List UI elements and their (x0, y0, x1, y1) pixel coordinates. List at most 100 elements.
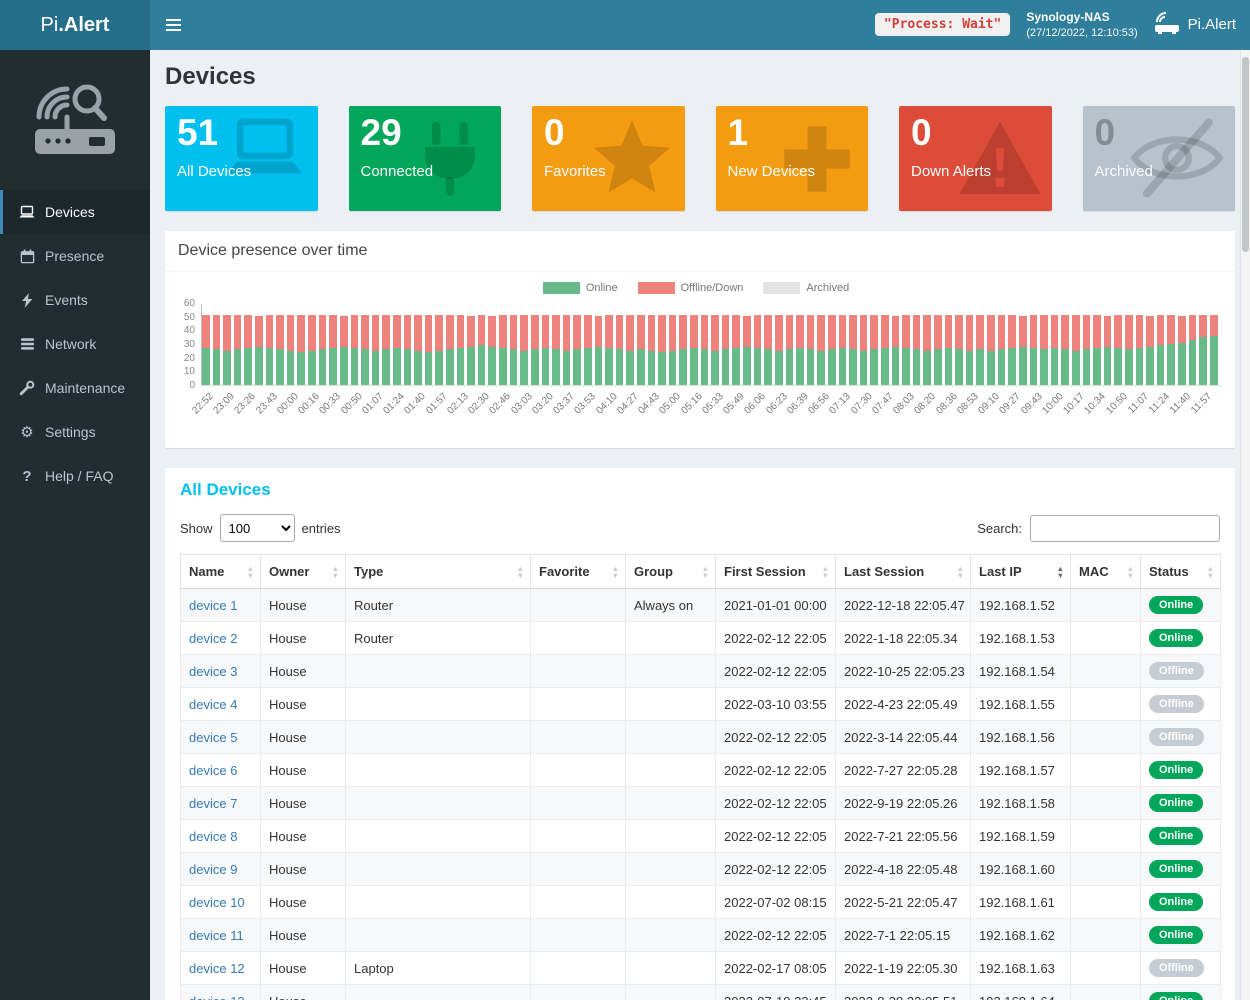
device-link[interactable]: device 5 (189, 730, 237, 745)
bar-offline-segment (1008, 315, 1016, 348)
chart-bar (945, 315, 953, 385)
info-box-connected[interactable]: 29 Connected (349, 106, 502, 211)
column-header-group[interactable]: Group▲▼ (626, 555, 716, 589)
table-cell-favorite (531, 820, 626, 853)
chart-bar (1114, 315, 1122, 385)
bar-online-segment (552, 349, 560, 385)
column-header-favorite[interactable]: Favorite▲▼ (531, 555, 626, 589)
bar-online-segment (807, 349, 815, 385)
device-link[interactable]: device 11 (189, 928, 244, 943)
scrollbar-thumb[interactable] (1242, 57, 1249, 252)
column-header-mac[interactable]: MAC▲▼ (1071, 555, 1141, 589)
info-box-all-devices[interactable]: 51 All Devices (165, 106, 318, 211)
table-cell-first-session: 2022-02-12 22:05 (716, 622, 836, 655)
chart-bar (435, 315, 443, 385)
table-cell-status: Online (1141, 622, 1221, 655)
sidebar-item-settings[interactable]: ⚙ Settings (0, 410, 150, 454)
bar-offline-segment (499, 315, 507, 348)
info-box-archived[interactable]: 0 Archived (1083, 106, 1236, 211)
bar-offline-segment (934, 315, 942, 349)
bar-offline-segment (923, 315, 931, 351)
device-link[interactable]: device 2 (189, 631, 237, 646)
bar-online-segment (860, 351, 868, 385)
device-link[interactable]: device 4 (189, 697, 237, 712)
status-badge: Online (1149, 860, 1203, 878)
legend-label: Offline/Down (681, 282, 744, 294)
device-link[interactable]: device 1 (189, 598, 237, 613)
device-link[interactable]: device 9 (189, 862, 237, 877)
bar-offline-segment (1136, 315, 1144, 348)
table-cell-mac (1071, 886, 1141, 919)
column-header-last-ip[interactable]: Last IP▲▼ (971, 555, 1071, 589)
scrollbar[interactable] (1240, 50, 1250, 1000)
legend-item[interactable]: Offline/Down (638, 282, 744, 294)
column-header-label: Group (634, 564, 673, 579)
sidebar-item-help[interactable]: ? Help / FAQ (0, 454, 150, 498)
chart-bar (860, 315, 868, 385)
chart-bar (786, 315, 794, 385)
bar-offline-segment (998, 315, 1006, 349)
chart-bar (573, 315, 581, 385)
table-cell-name: device 2 (181, 622, 261, 655)
sidebar-item-network[interactable]: Network (0, 322, 150, 366)
sort-icon: ▲▼ (1207, 564, 1214, 578)
table-cell-name: device 12 (181, 952, 261, 985)
table-cell-first-session: 2022-02-17 08:05 (716, 952, 836, 985)
info-box-new-devices[interactable]: 1 New Devices (716, 106, 869, 211)
chart-bar (499, 315, 507, 385)
y-axis-tick: 60 (184, 298, 195, 309)
table-cell-owner: House (261, 589, 346, 622)
chart-bar (244, 315, 252, 385)
bar-offline-segment (393, 315, 401, 348)
bar-offline-segment (351, 315, 359, 348)
chart-bar (701, 315, 709, 385)
laptop-icon (18, 205, 36, 219)
device-link[interactable]: device 3 (189, 664, 237, 679)
brand-label: Pi.Alert (1188, 16, 1236, 33)
column-header-status[interactable]: Status▲▼ (1141, 555, 1221, 589)
info-box-favorites[interactable]: 0 Favorites (532, 106, 685, 211)
bar-offline-segment (1157, 315, 1165, 345)
table-cell-last-ip: 192.168.1.55 (971, 688, 1071, 721)
entries-select[interactable]: 100 (220, 514, 295, 542)
hamburger-icon[interactable] (150, 0, 196, 50)
info-box-down-alerts[interactable]: 0 Down Alerts (899, 106, 1052, 211)
chart-bar (351, 315, 359, 385)
device-link[interactable]: device 8 (189, 829, 237, 844)
column-header-owner[interactable]: Owner▲▼ (261, 555, 346, 589)
brand-link[interactable]: Pi.Alert (1154, 11, 1236, 39)
chart-bar (467, 316, 475, 385)
sidebar-item-presence[interactable]: Presence (0, 234, 150, 278)
table-cell-group (626, 787, 716, 820)
sidebar-item-events[interactable]: Events (0, 278, 150, 322)
sidebar: Devices Presence Events Network Maintena… (0, 50, 150, 1000)
table-cell-last-session: 2022-8-28 22:05.51 (836, 985, 971, 1000)
column-header-last-session[interactable]: Last Session▲▼ (836, 555, 971, 589)
device-link[interactable]: device 12 (189, 961, 245, 976)
device-link[interactable]: device 6 (189, 763, 237, 778)
box-label: Archived (1083, 155, 1236, 180)
bar-offline-segment (478, 315, 486, 345)
column-header-type[interactable]: Type▲▼ (346, 555, 531, 589)
chart-bar (202, 315, 210, 385)
chart-bar (1061, 315, 1069, 385)
column-header-first-session[interactable]: First Session▲▼ (716, 555, 836, 589)
device-link[interactable]: device 7 (189, 796, 237, 811)
bar-online-segment (1083, 349, 1091, 385)
column-header-name[interactable]: Name▲▼ (181, 555, 261, 589)
app-logo[interactable]: Pi.Alert (0, 0, 150, 50)
table-cell-type: Router (346, 622, 531, 655)
sidebar-item-devices[interactable]: Devices (0, 190, 150, 234)
chart-bar (488, 316, 496, 385)
sidebar-item-maintenance[interactable]: Maintenance (0, 366, 150, 410)
bar-offline-segment (1210, 315, 1218, 336)
device-link[interactable]: device 13 (189, 994, 245, 1000)
device-link[interactable]: device 10 (189, 895, 245, 910)
legend-item[interactable]: Archived (763, 282, 849, 294)
legend-item[interactable]: Online (543, 282, 618, 294)
status-badge: Online (1149, 926, 1203, 944)
bar-offline-segment (1030, 315, 1038, 348)
search-input[interactable] (1030, 515, 1220, 542)
chart-bar (966, 315, 974, 385)
bar-online-segment (711, 351, 719, 385)
